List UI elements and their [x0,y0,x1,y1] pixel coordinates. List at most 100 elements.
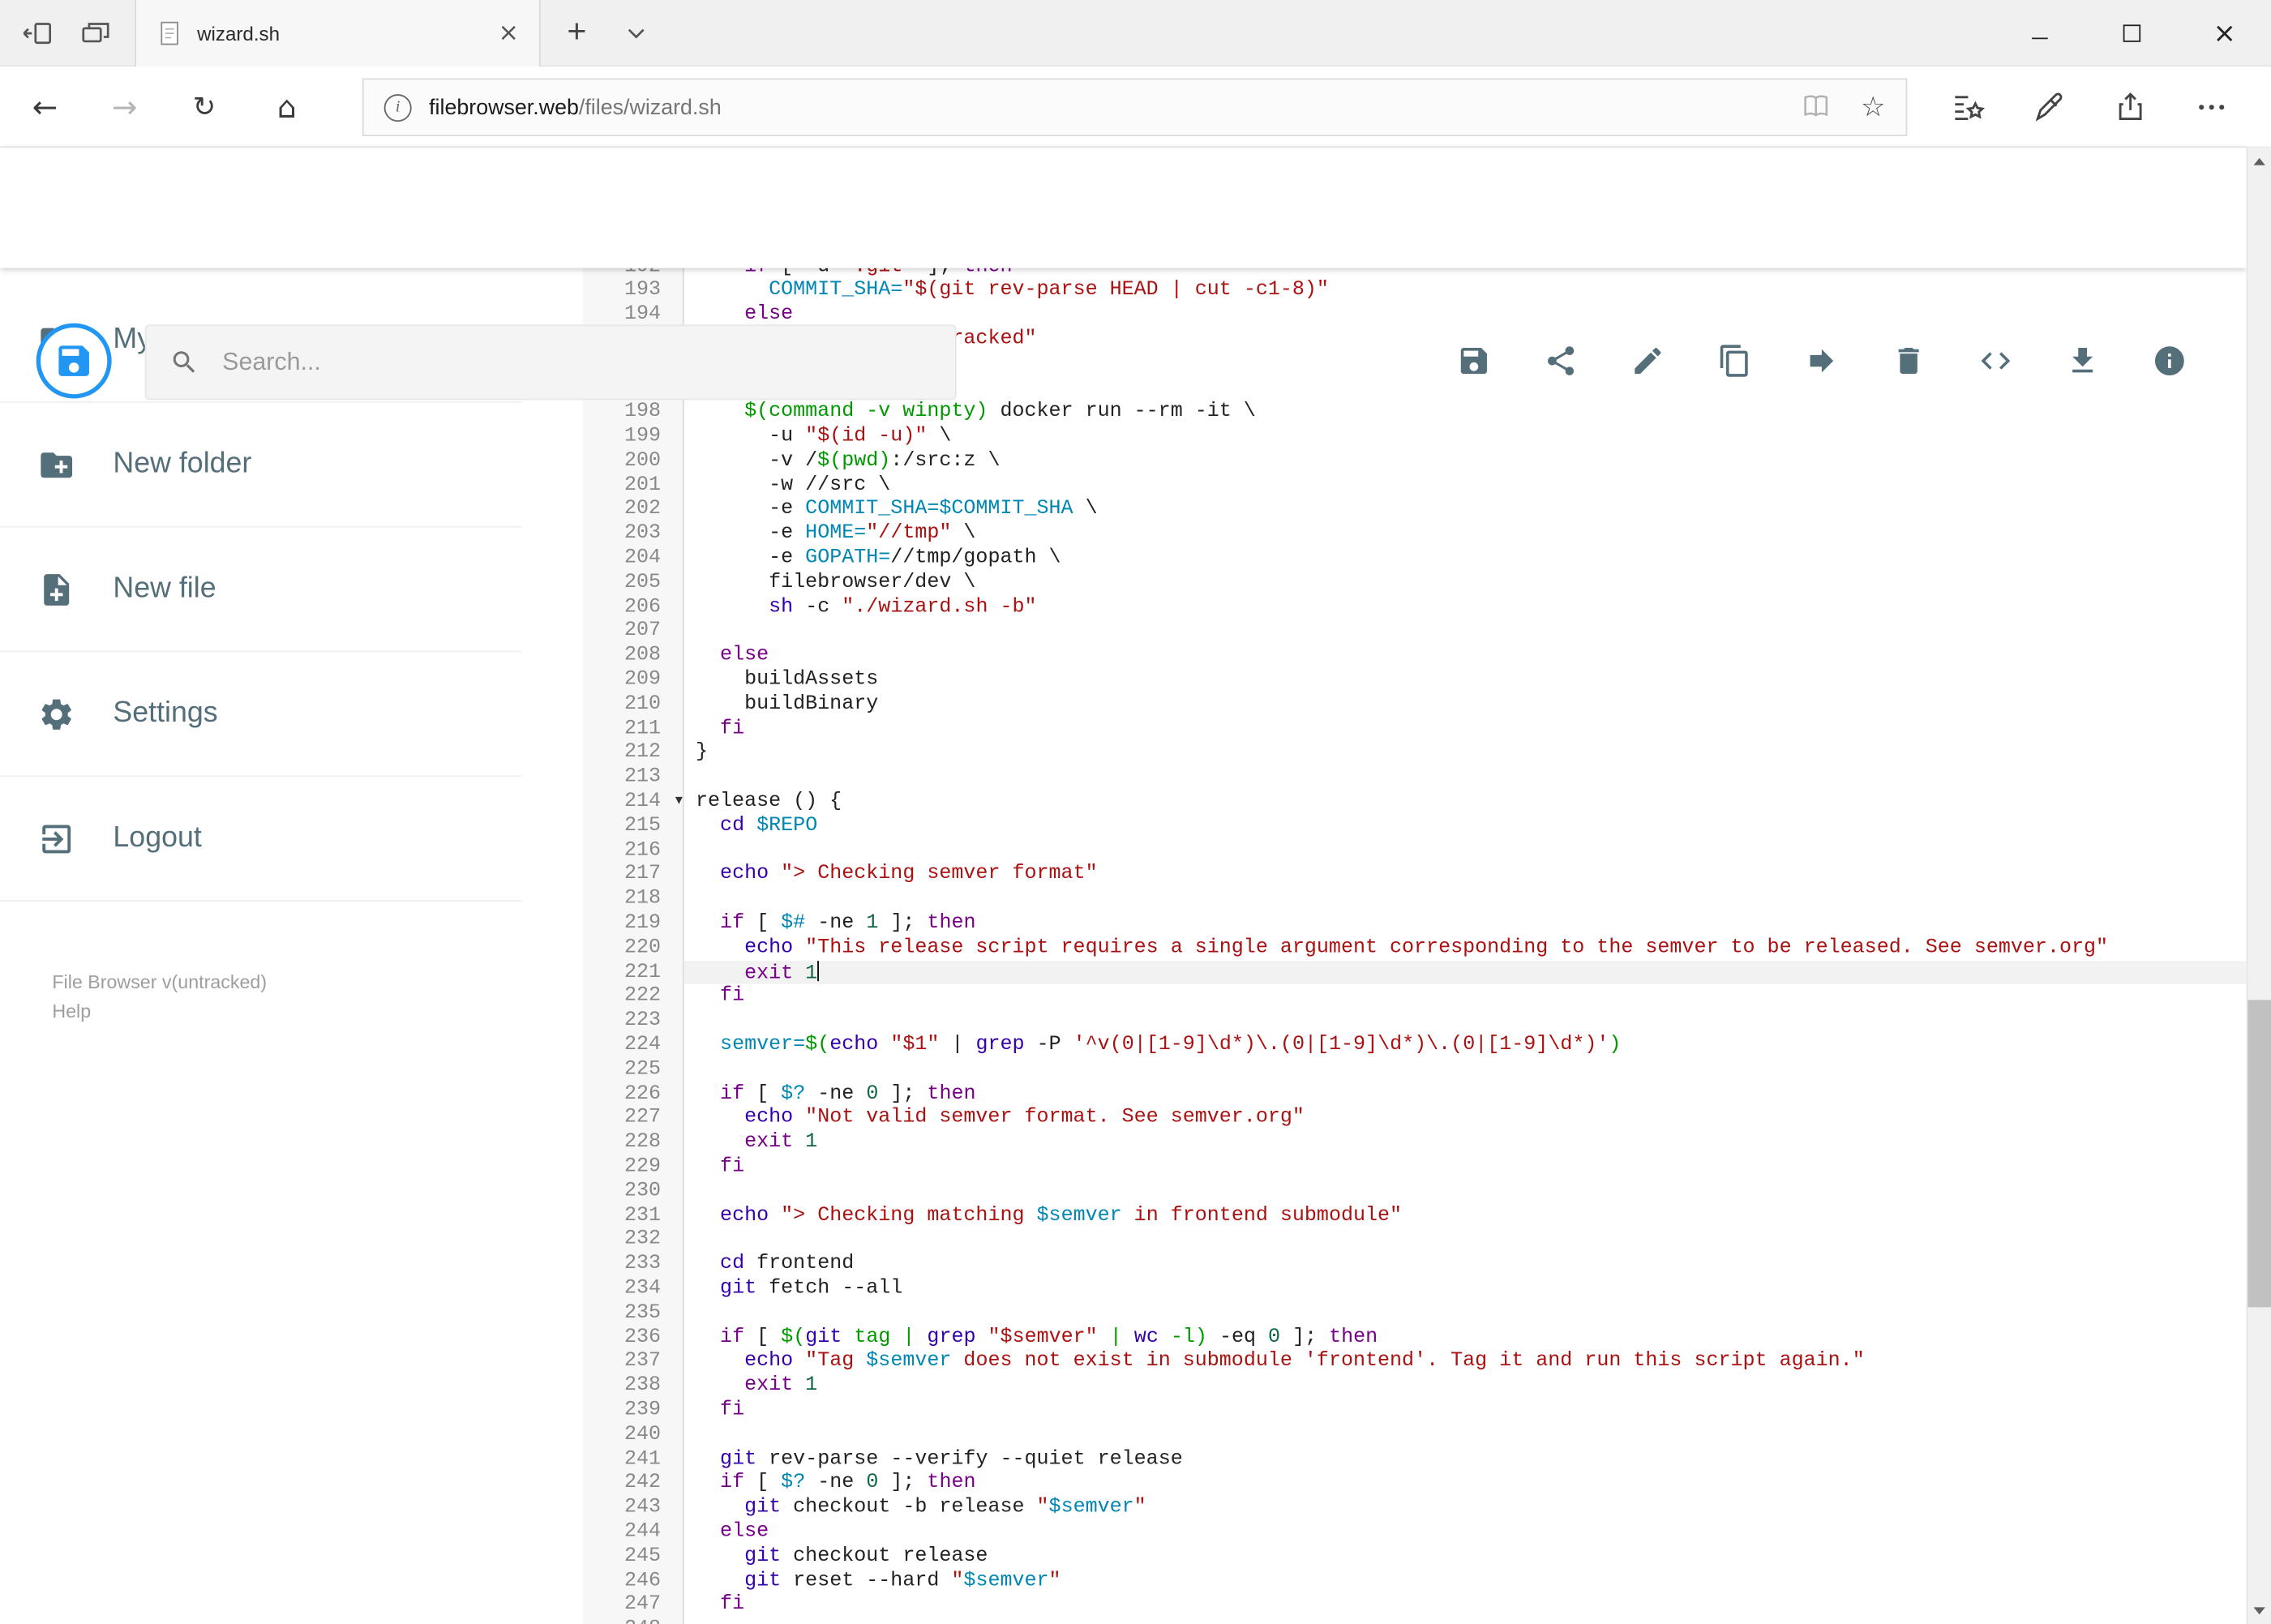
delete-button[interactable] [1892,344,1926,379]
trash-icon [1898,347,1919,375]
new-tab-button[interactable]: + [548,0,606,66]
code-line-199[interactable]: 199 -u "$(id -u)" \ [583,425,2247,449]
back-button[interactable]: ← [11,66,78,146]
code-line-224[interactable]: 224 semver=$(echo "$1" | grep -P '^v(0|[… [583,1033,2247,1057]
code-line-217[interactable]: 217 echo "> Checking semver format" [583,863,2247,887]
search-input[interactable] [219,346,932,379]
scrollbar-thumb[interactable] [2247,1000,2271,1308]
scroll-down-arrow[interactable] [2247,1598,2271,1622]
favorites-hub-icon[interactable] [1951,89,1986,124]
code-line-204[interactable]: 204 -e GOPATH=//tmp/gopath \ [583,546,2247,571]
filebrowser-logo[interactable] [36,323,112,399]
code-line-223[interactable]: 223 [583,1009,2247,1033]
code-line-216[interactable]: 216 [583,838,2247,863]
code-line-221[interactable]: 221 exit 1 [583,960,2247,985]
set-aside-tabs-button[interactable] [15,11,61,55]
code-line-247[interactable]: 247 fi [583,1593,2247,1618]
code-line-236[interactable]: 236 if [ $(git tag | grep "$semver" | wc… [583,1326,2247,1350]
source-code-button[interactable] [1978,344,2013,379]
code-line-228[interactable]: 228 exit 1 [583,1131,2247,1155]
sidebar-item-logout[interactable]: Logout [0,777,522,902]
url-field[interactable]: i filebrowser.web/files/wizard.sh ☆ [362,78,1908,137]
minimize-button[interactable] [1993,0,2085,66]
code-line-205[interactable]: 205 filebrowser/dev \ [583,571,2247,595]
move-button[interactable] [1804,344,1839,379]
tab-preview-button[interactable] [72,11,118,55]
code-line-246[interactable]: 246 git reset --hard "$semver" [583,1569,2247,1593]
code-line-238[interactable]: 238 exit 1 [583,1374,2247,1399]
code-editor[interactable]: 192 if [ -d ".git" ]; then193 COMMIT_SHA… [582,268,2247,1624]
forward-button[interactable]: → [92,66,158,146]
code-line-239[interactable]: 239 fi [583,1399,2247,1423]
code-line-226[interactable]: 226 if [ $? -ne 0 ]; then [583,1082,2247,1107]
code-line-233[interactable]: 233 cd frontend [583,1253,2247,1277]
code-line-210[interactable]: 210 buildBinary [583,692,2247,717]
code-line-194[interactable]: 194 else [583,303,2247,328]
code-line-234[interactable]: 234 git fetch --all [583,1277,2247,1301]
code-line-248[interactable]: 248 [583,1618,2247,1624]
home-button[interactable]: ⌂ [254,66,320,146]
code-line-211[interactable]: 211 fi [583,717,2247,741]
scrollbar[interactable] [2246,148,2271,1624]
code-line-242[interactable]: 242 if [ $? -ne 0 ]; then [583,1472,2247,1496]
floppy-logo-icon [58,345,89,376]
save-button[interactable] [1456,344,1491,379]
close-button[interactable]: × [2179,0,2271,66]
code-line-193[interactable]: 193 COMMIT_SHA="$(git rev-parse HEAD | c… [583,279,2247,303]
code-line-222[interactable]: 222 fi [583,984,2247,1009]
code-line-209[interactable]: 209 buildAssets [583,668,2247,692]
tab-dropdown-button[interactable] [609,0,664,66]
sidebar-item-new-file[interactable]: New file [0,528,522,653]
code-line-215[interactable]: 215 cd $REPO [583,814,2247,838]
more-options-icon[interactable] [2194,89,2229,124]
sidebar-item-settings[interactable]: Settings [0,652,522,778]
browser-tab[interactable]: wizard.sh × [135,0,541,67]
code-line-229[interactable]: 229 fi [583,1155,2247,1180]
code-line-192[interactable]: 192 if [ -d ".git" ]; then [583,268,2247,279]
tab-close-icon[interactable]: × [498,20,518,45]
maximize-button[interactable] [2085,0,2178,66]
favorite-star-icon[interactable]: ☆ [1861,92,1885,123]
fold-arrow-icon[interactable]: ▾ [675,791,683,812]
rename-button[interactable] [1630,344,1665,379]
share-icon[interactable] [2113,89,2148,124]
help-link[interactable]: Help [52,997,582,1026]
code-line-243[interactable]: 243 git checkout -b release "$semver" [583,1496,2247,1520]
refresh-button[interactable]: ↻ [171,66,238,146]
code-line-219[interactable]: 219 if [ $# -ne 1 ]; then [583,911,2247,936]
reading-view-icon[interactable] [1800,92,1832,123]
code-line-206[interactable]: 206 sh -c "./wizard.sh -b" [583,595,2247,619]
code-line-201[interactable]: 201 -w //src \ [583,473,2247,498]
code-line-241[interactable]: 241 git rev-parse --verify --quiet relea… [583,1447,2247,1472]
search-box[interactable] [144,324,957,401]
code-line-225[interactable]: 225 [583,1058,2247,1082]
code-line-245[interactable]: 245 git checkout release [583,1545,2247,1569]
code-line-235[interactable]: 235 [583,1301,2247,1326]
code-line-212[interactable]: 212} [583,741,2247,765]
code-line-220[interactable]: 220 echo "This release script requires a… [583,936,2247,960]
code-line-237[interactable]: 237 echo "Tag $semver does not exist in … [583,1350,2247,1374]
copy-button[interactable] [1717,344,1752,379]
download-button[interactable] [2065,344,2100,379]
code-line-218[interactable]: 218 [583,887,2247,911]
code-line-227[interactable]: 227 echo "Not valid semver format. See s… [583,1107,2247,1131]
code-line-208[interactable]: 208 else [583,644,2247,668]
scroll-up-arrow[interactable] [2247,149,2271,174]
code-line-231[interactable]: 231 echo "> Checking matching $semver in… [583,1204,2247,1228]
code-line-203[interactable]: 203 -e HOME="//tmp" \ [583,522,2247,546]
code-line-244[interactable]: 244 else [583,1520,2247,1545]
code-line-198[interactable]: 198 $(command -v winpty) docker run --rm… [583,401,2247,425]
code-line-240[interactable]: 240 [583,1423,2247,1447]
code-line-213[interactable]: 213 [583,765,2247,790]
sidebar-item-new-folder[interactable]: New folder [0,403,522,528]
ink-pen-icon[interactable] [2032,89,2067,124]
share-file-button[interactable] [1544,344,1579,379]
info-button[interactable] [2152,344,2187,379]
code-line-230[interactable]: 230 [583,1180,2247,1204]
page-info-icon[interactable]: i [383,93,412,122]
code-line-202[interactable]: 202 -e COMMIT_SHA=$COMMIT_SHA \ [583,498,2247,522]
code-line-200[interactable]: 200 -v /$(pwd):/src:z \ [583,449,2247,473]
code-line-232[interactable]: 232 [583,1228,2247,1253]
code-line-214[interactable]: 214 ▾ release () { [583,790,2247,814]
code-line-207[interactable]: 207 [583,619,2247,644]
